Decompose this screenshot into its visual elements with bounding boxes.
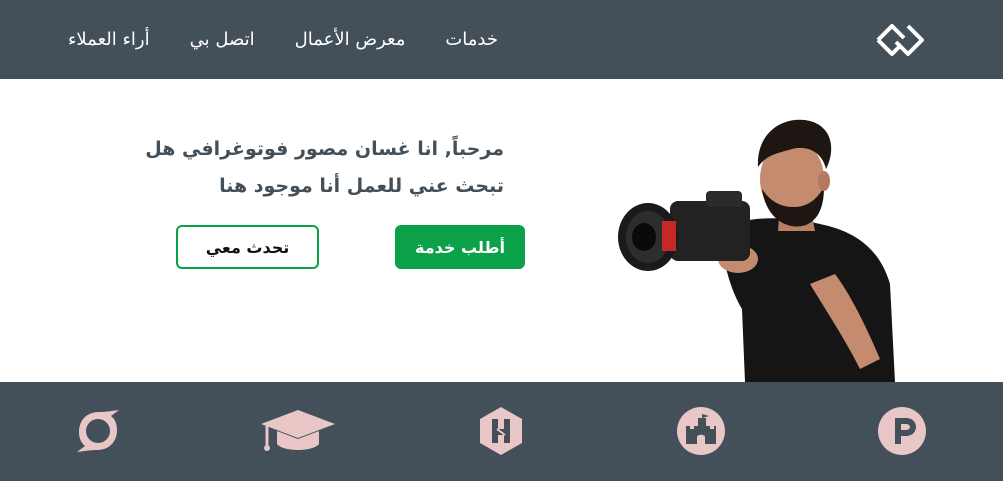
superpowers-icon[interactable] xyxy=(74,402,122,460)
nav-link-services[interactable]: خدمات xyxy=(445,29,498,50)
nav-links: خدمات معرض الأعمال اتصل بي أراء العملاء xyxy=(68,0,498,79)
nav-link-testimonials[interactable]: أراء العملاء xyxy=(68,29,150,50)
graduation-cap-icon[interactable] xyxy=(258,402,338,460)
hero-section: مرحباً, انا غسان مصور فوتوغرافي هل تبحث … xyxy=(0,79,1003,382)
top-navbar: خدمات معرض الأعمال اتصل بي أراء العملاء xyxy=(0,0,1003,79)
footer-icon-bar xyxy=(0,382,1003,481)
hero-headline: مرحباً, انا غسان مصور فوتوغرافي هل تبحث … xyxy=(145,138,504,197)
photographer-image xyxy=(618,119,895,382)
fort-icon[interactable] xyxy=(675,402,727,460)
hackster-icon[interactable] xyxy=(475,402,527,460)
talk-to-me-button[interactable]: تحدث معي xyxy=(176,225,319,269)
logo-icon[interactable] xyxy=(874,20,926,60)
product-hunt-icon[interactable] xyxy=(876,402,928,460)
nav-link-portfolio[interactable]: معرض الأعمال xyxy=(295,29,406,50)
request-service-button[interactable]: أطلب خدمة xyxy=(395,225,525,269)
nav-link-contact[interactable]: اتصل بي xyxy=(190,29,255,50)
